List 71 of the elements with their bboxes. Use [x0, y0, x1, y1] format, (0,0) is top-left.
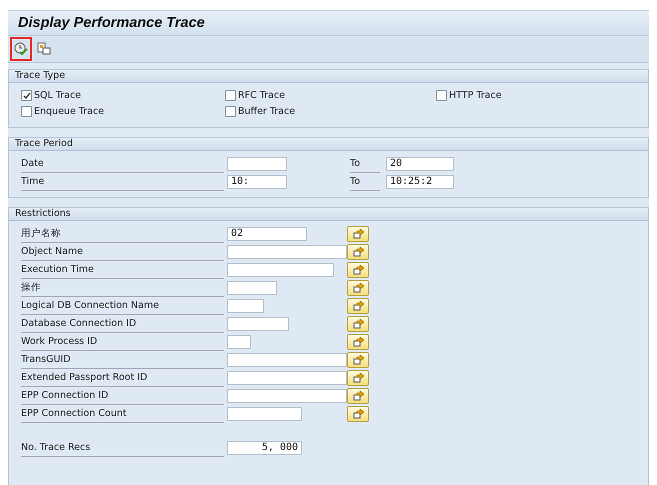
field-label: EPP Connection Count — [21, 406, 224, 422]
field-label: To — [350, 156, 380, 172]
input-field[interactable] — [227, 335, 251, 349]
field-label: To — [350, 174, 380, 190]
checkbox-label: SQL Trace — [34, 90, 82, 101]
multiple-selection-button[interactable] — [347, 388, 369, 404]
arrow-icon — [352, 355, 364, 365]
field-label: EPP Connection ID — [21, 388, 224, 404]
input-field[interactable] — [227, 157, 287, 171]
field-label: Time — [21, 174, 224, 190]
window-title: Display Performance Trace — [18, 15, 205, 31]
arrow-icon — [352, 319, 364, 329]
arrow-icon — [352, 301, 364, 311]
checkbox[interactable] — [436, 90, 447, 101]
clock-check-icon — [14, 42, 28, 56]
input-field[interactable] — [227, 281, 277, 295]
arrow-icon — [352, 409, 364, 419]
input-field[interactable] — [227, 317, 289, 331]
input-field[interactable] — [227, 389, 347, 403]
input-field[interactable] — [227, 299, 264, 313]
input-field[interactable] — [227, 263, 334, 277]
field-label: Execution Time — [21, 262, 224, 278]
field-label: Logical DB Connection Name — [21, 298, 224, 314]
checkbox-label: Enqueue Trace — [34, 106, 104, 117]
multiple-selection-button[interactable] — [347, 334, 369, 350]
copy-icon — [37, 42, 51, 56]
input-field[interactable]: 5, 000 — [227, 441, 302, 455]
arrow-icon — [352, 337, 364, 347]
field-label: Date — [21, 156, 224, 172]
multiple-selection-button[interactable] — [347, 352, 369, 368]
checkbox-label: HTTP Trace — [449, 90, 502, 101]
group-title: Restrictions — [9, 208, 648, 221]
checkbox-label: Buffer Trace — [238, 106, 296, 117]
arrow-icon — [352, 283, 364, 293]
field-label: No. Trace Recs — [21, 440, 224, 456]
input-field[interactable]: 20 — [386, 157, 454, 171]
checkbox-label: RFC Trace — [238, 90, 285, 101]
arrow-icon — [352, 373, 364, 383]
input-field[interactable]: 02 — [227, 227, 307, 241]
field-label: TransGUID — [21, 352, 224, 368]
field-label: Extended Passport Root ID — [21, 370, 224, 386]
input-field[interactable] — [227, 371, 347, 385]
input-field[interactable]: 10: — [227, 175, 287, 189]
multiple-selection-button[interactable] — [347, 298, 369, 314]
multiple-selection-button[interactable] — [347, 244, 369, 260]
multiple-selection-button[interactable] — [347, 262, 369, 278]
multiple-selection-button[interactable] — [347, 406, 369, 422]
arrow-icon — [352, 265, 364, 275]
checkbox[interactable] — [21, 90, 32, 101]
field-label: 操作 — [21, 280, 224, 296]
arrow-icon — [352, 229, 364, 239]
input-field[interactable] — [227, 407, 302, 421]
group-title: Trace Period — [9, 138, 648, 151]
multiple-selection-button[interactable] — [347, 370, 369, 386]
field-label: 用户名称 — [21, 226, 224, 242]
field-label: Object Name — [21, 244, 224, 260]
field-label: Work Process ID — [21, 334, 224, 350]
arrow-icon — [352, 391, 364, 401]
multiple-selection-button[interactable] — [347, 280, 369, 296]
input-field[interactable]: 10:25:2 — [386, 175, 454, 189]
arrow-icon — [352, 247, 364, 257]
checkbox[interactable] — [225, 90, 236, 101]
checkbox[interactable] — [225, 106, 236, 117]
group-title: Trace Type — [9, 70, 648, 83]
checkbox[interactable] — [21, 106, 32, 117]
field-label: Database Connection ID — [21, 316, 224, 332]
input-field[interactable] — [227, 353, 347, 367]
execute-button[interactable] — [10, 37, 32, 61]
multiple-selection-button[interactable] — [347, 316, 369, 332]
input-field[interactable] — [227, 245, 347, 259]
multiple-selection-button[interactable] — [347, 226, 369, 242]
